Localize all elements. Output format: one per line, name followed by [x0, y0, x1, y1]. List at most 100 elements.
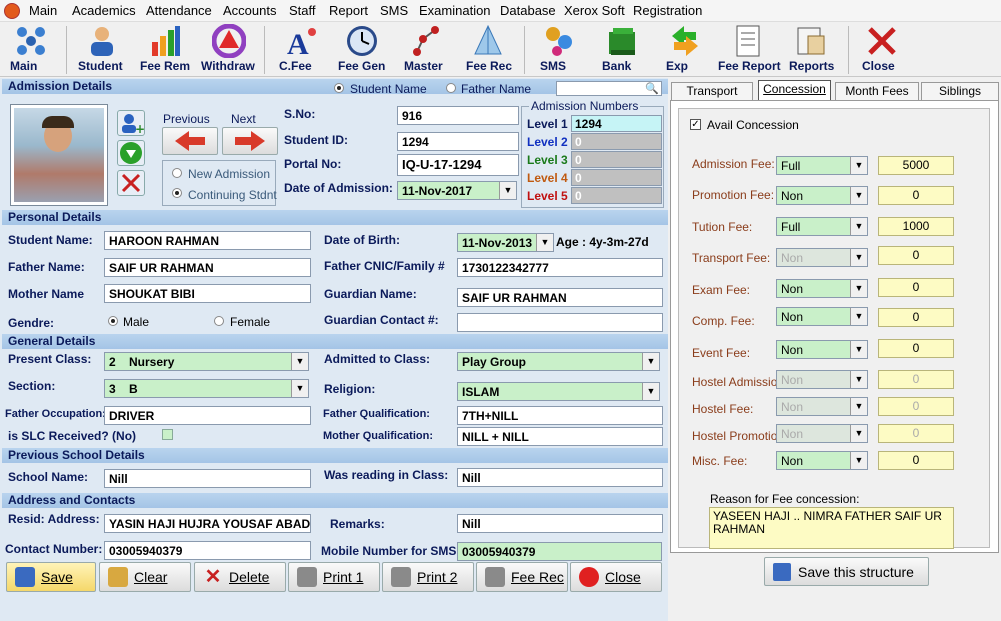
promotion-fee-type-select[interactable]: Non ▼: [776, 186, 868, 205]
menu-xerox-soft[interactable]: Xerox Soft: [564, 3, 625, 18]
menu-registration[interactable]: Registration: [633, 3, 702, 18]
chevron-down-icon[interactable]: ▼: [850, 341, 867, 358]
student-name-field[interactable]: HAROON RAHMAN: [104, 231, 311, 250]
chevron-down-icon[interactable]: ▼: [850, 218, 867, 235]
print-2-button[interactable]: Print 2: [382, 562, 474, 592]
mother-qualification-field[interactable]: NILL + NILL: [457, 427, 663, 446]
menu-report[interactable]: Report: [329, 3, 368, 18]
fee-rec-button[interactable]: Fee Rec: [476, 562, 568, 592]
comp-fee-type-select[interactable]: Non ▼: [776, 307, 868, 326]
transport-fee-type-select[interactable]: Non ▼: [776, 248, 868, 267]
avail-concession-checkbox[interactable]: ✓: [690, 119, 701, 130]
add-photo-button[interactable]: +: [117, 110, 145, 136]
search-father-name-radio[interactable]: [446, 83, 456, 93]
exam-fee-type-select[interactable]: Non ▼: [776, 279, 868, 298]
menu-attendance[interactable]: Attendance: [146, 3, 212, 18]
search-icon[interactable]: 🔍: [645, 82, 659, 95]
date-of-admission-picker[interactable]: 11-Nov-2017 ▼: [397, 181, 517, 200]
continuing-student-radio[interactable]: [172, 188, 182, 198]
toolbar-student-button[interactable]: Student: [78, 24, 126, 73]
chevron-down-icon[interactable]: ▼: [291, 353, 308, 370]
hostel-fee-type-select[interactable]: Non ▼: [776, 397, 868, 416]
print-1-button[interactable]: Print 1: [288, 562, 380, 592]
chevron-down-icon[interactable]: ▼: [850, 280, 867, 297]
menu-sms[interactable]: SMS: [380, 3, 408, 18]
search-student-name-radio[interactable]: [334, 83, 344, 93]
menu-staff[interactable]: Staff: [289, 3, 316, 18]
toolbar-withdraw-button[interactable]: Withdraw: [201, 23, 257, 73]
level-3-field[interactable]: 0: [571, 151, 662, 168]
chevron-down-icon[interactable]: ▼: [291, 380, 308, 397]
chevron-down-icon[interactable]: ▼: [850, 308, 867, 325]
transport-fee-amount[interactable]: 0: [878, 246, 954, 265]
chevron-down-icon[interactable]: ▼: [850, 425, 867, 442]
remarks-field[interactable]: Nill: [457, 514, 663, 533]
close-button[interactable]: Close: [570, 562, 662, 592]
hostel-admission-amount[interactable]: 0: [878, 370, 954, 389]
download-photo-button[interactable]: [117, 140, 145, 166]
mother-name-field[interactable]: SHOUKAT BIBI: [104, 284, 311, 303]
comp-fee-amount[interactable]: 0: [878, 308, 954, 327]
level-4-field[interactable]: 0: [571, 169, 662, 186]
toolbar-reports-button[interactable]: Reports: [789, 24, 834, 73]
student-photo[interactable]: [10, 104, 108, 206]
reason-textarea[interactable]: YASEEN HAJI .. NIMRA FATHER SAIF UR RAHM…: [709, 507, 954, 549]
student-id-field[interactable]: 1294: [397, 132, 519, 151]
toolbar-fee-gen-button[interactable]: Fee Gen: [338, 24, 386, 73]
misc-fee-amount[interactable]: 0: [878, 451, 954, 470]
promotion-fee-amount[interactable]: 0: [878, 186, 954, 205]
tution-fee-type-select[interactable]: Full ▼: [776, 217, 868, 236]
chevron-down-icon[interactable]: ▼: [642, 353, 659, 370]
admitted-class-select[interactable]: Play Group ▼: [457, 352, 660, 371]
level-5-field[interactable]: 0: [571, 187, 662, 204]
father-cnic-field[interactable]: 1730122342777: [457, 258, 663, 277]
section-select[interactable]: 3 B ▼: [104, 379, 309, 398]
father-qualification-field[interactable]: 7TH+NILL: [457, 406, 663, 425]
guardian-name-field[interactable]: SAIF UR RAHMAN: [457, 288, 663, 307]
toolbar-bank-button[interactable]: Bank: [602, 24, 642, 73]
app-icon[interactable]: [4, 3, 20, 19]
misc-fee-type-select[interactable]: Non ▼: [776, 451, 868, 470]
tab-concession[interactable]: Concession: [758, 80, 831, 101]
menu-academics[interactable]: Academics: [72, 3, 136, 18]
admission-fee-amount[interactable]: 5000: [878, 156, 954, 175]
tab-transport[interactable]: Transport: [671, 82, 753, 100]
save-button[interactable]: Save: [6, 562, 96, 592]
chevron-down-icon[interactable]: ▼: [536, 234, 553, 251]
event-fee-type-select[interactable]: Non ▼: [776, 340, 868, 359]
hostel-fee-amount[interactable]: 0: [878, 397, 954, 416]
reading-class-field[interactable]: Nill: [457, 468, 663, 487]
search-input[interactable]: 🔍: [556, 81, 662, 96]
chevron-down-icon[interactable]: ▼: [850, 371, 867, 388]
chevron-down-icon[interactable]: ▼: [850, 452, 867, 469]
toolbar-fee-rem-button[interactable]: Fee Rem: [140, 24, 190, 73]
tab-month-fees[interactable]: Month Fees: [835, 82, 919, 100]
father-occupation-field[interactable]: DRIVER: [104, 406, 311, 425]
previous-button[interactable]: [162, 127, 218, 155]
portal-no-field[interactable]: IQ-U-17-1294: [397, 154, 519, 176]
menu-examination[interactable]: Examination: [419, 3, 491, 18]
gender-male-radio[interactable]: [108, 316, 118, 326]
chevron-down-icon[interactable]: ▼: [850, 157, 867, 174]
new-admission-radio[interactable]: [172, 168, 182, 178]
tab-siblings[interactable]: Siblings: [921, 82, 999, 100]
mobile-sms-field[interactable]: 03005940379: [457, 542, 662, 561]
toolbar-cfee-button[interactable]: A C.Fee: [279, 24, 323, 73]
hostel-promotion-amount[interactable]: 0: [878, 424, 954, 443]
toolbar-master-button[interactable]: Master: [404, 24, 448, 73]
gender-female-radio[interactable]: [214, 316, 224, 326]
event-fee-amount[interactable]: 0: [878, 339, 954, 358]
level-2-field[interactable]: 0: [571, 133, 662, 150]
menu-accounts[interactable]: Accounts: [223, 3, 276, 18]
tution-fee-amount[interactable]: 1000: [878, 217, 954, 236]
menu-main[interactable]: Main: [29, 3, 57, 18]
sno-field[interactable]: 916: [397, 106, 519, 125]
delete-button[interactable]: ✕ Delete: [194, 562, 286, 592]
hostel-admission-type-select[interactable]: Non ▼: [776, 370, 868, 389]
save-structure-button[interactable]: Save this structure: [764, 557, 929, 586]
next-button[interactable]: [222, 127, 278, 155]
chevron-down-icon[interactable]: ▼: [850, 398, 867, 415]
toolbar-fee-report-button[interactable]: Fee Report: [718, 24, 781, 73]
toolbar-main-button[interactable]: Main: [10, 24, 52, 73]
slc-received-checkbox[interactable]: [162, 429, 173, 440]
